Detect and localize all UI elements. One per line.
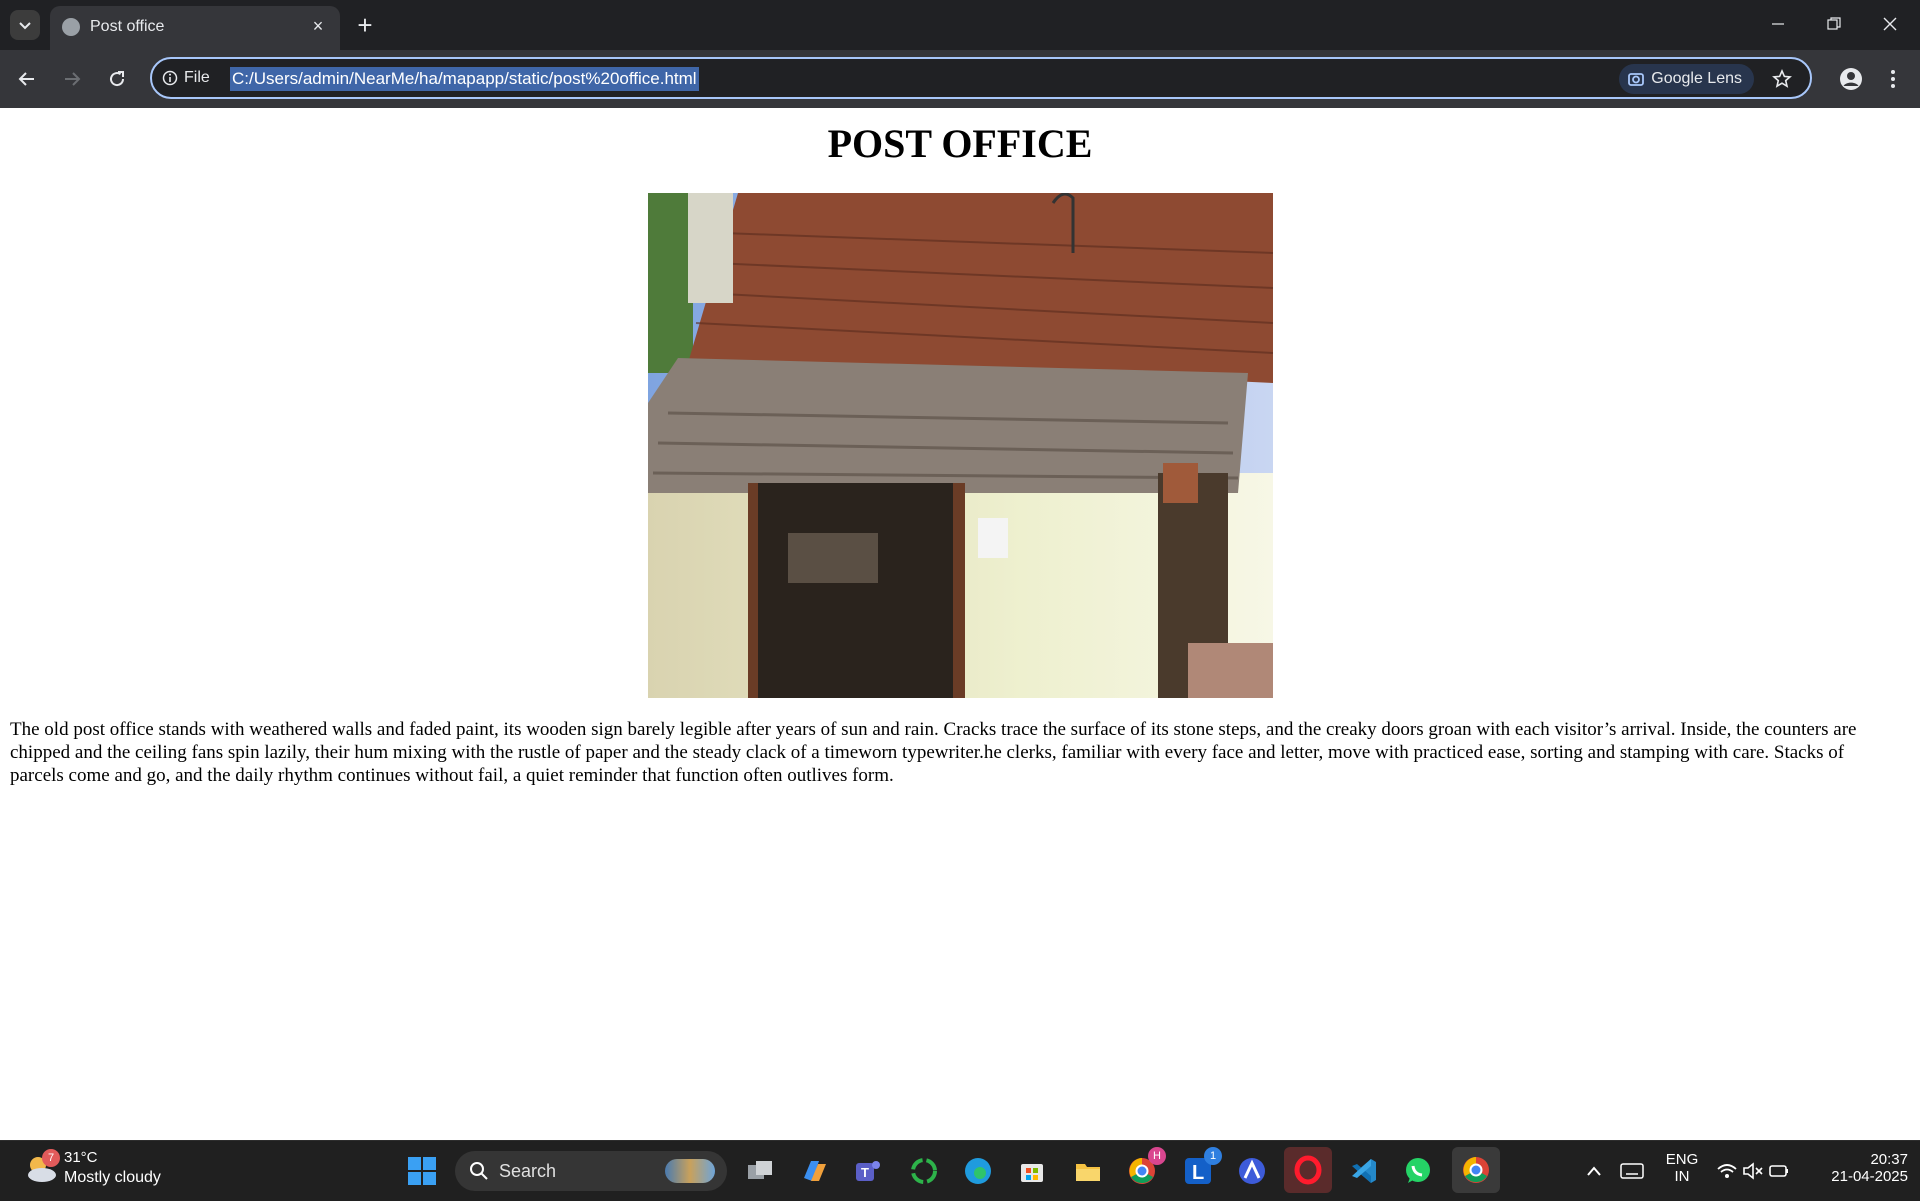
store-icon (1021, 1164, 1043, 1182)
search-label: Search (499, 1160, 557, 1181)
description-paragraph: The old post office stands with weathere… (10, 719, 1857, 786)
green-ring-icon (911, 1158, 937, 1184)
speaker-muted-icon (1743, 1162, 1763, 1180)
reload-button[interactable] (100, 62, 134, 96)
star-icon (1772, 69, 1792, 88)
opera-app[interactable] (1284, 1147, 1332, 1193)
clock[interactable]: 20:37 21-04-2025 (1808, 1151, 1908, 1185)
tab-strip: Post office × + (0, 0, 1920, 50)
forward-button[interactable] (55, 62, 89, 96)
show-hidden-icons-button[interactable] (1574, 1151, 1614, 1191)
browser-menu-button[interactable] (1876, 62, 1910, 96)
keyboard-button[interactable] (1612, 1151, 1652, 1191)
weather-description: Mostly cloudy (64, 1169, 161, 1186)
close-icon (1883, 17, 1897, 31)
google-lens-button[interactable]: Google Lens (1619, 64, 1754, 94)
url-text[interactable]: C:/Users/admin/NearMe/ha/mapapp/static/p… (230, 67, 699, 91)
whatsapp-app[interactable] (1398, 1151, 1438, 1191)
site-info-chip[interactable]: File (162, 67, 210, 89)
folder-icon (1076, 1164, 1100, 1181)
region-code: IN (1674, 1168, 1690, 1185)
whatsapp-icon (1406, 1158, 1430, 1183)
vscode-icon (1352, 1159, 1376, 1183)
microsoft-store-app[interactable] (1012, 1151, 1052, 1191)
teams-icon: T (856, 1161, 880, 1181)
post-office-photo (648, 193, 1273, 698)
chrome-profile-app[interactable]: H (1122, 1147, 1166, 1191)
copilot-app[interactable] (794, 1151, 834, 1191)
chrome-app-active[interactable] (1452, 1147, 1500, 1193)
task-view-icon (748, 1161, 772, 1179)
close-tab-icon[interactable]: × (306, 14, 330, 38)
cloudy-weather-icon: 7 (24, 1149, 60, 1183)
address-bar[interactable]: File C:/Users/admin/NearMe/ha/mapapp/sta… (150, 57, 1812, 99)
teams-app[interactable]: T (848, 1151, 888, 1191)
more-vertical-icon (1891, 70, 1895, 88)
notification-badge: 1 (1204, 1147, 1222, 1165)
chevron-down-icon (19, 22, 31, 30)
svg-text:T: T (861, 1165, 869, 1180)
profile-badge: H (1148, 1147, 1166, 1165)
edge-app[interactable] (958, 1151, 998, 1191)
lens-camera-icon (1628, 73, 1645, 86)
opera-icon (1294, 1155, 1322, 1185)
sync-app[interactable] (904, 1151, 944, 1191)
windows-logo-icon (408, 1157, 436, 1185)
arc-app[interactable] (1232, 1151, 1272, 1191)
task-view-button[interactable] (740, 1151, 780, 1191)
quick-settings-button[interactable] (1708, 1151, 1798, 1191)
profile-button[interactable] (1834, 62, 1868, 96)
tab-title: Post office (90, 18, 165, 35)
arc-icon (1239, 1158, 1265, 1184)
battery-icon (1769, 1165, 1788, 1177)
globe-icon (62, 18, 80, 36)
lens-label: Google Lens (1651, 70, 1742, 87)
minimize-icon (1772, 23, 1784, 25)
scheme-label: File (184, 69, 210, 86)
language-indicator[interactable]: ENG IN (1662, 1151, 1702, 1185)
page-content: POST OFFICE The old post office stands w… (0, 108, 1920, 1140)
vscode-app[interactable] (1344, 1151, 1384, 1191)
edge-icon (965, 1158, 991, 1184)
clock-time: 20:37 (1870, 1151, 1908, 1168)
language-code: ENG (1665, 1151, 1699, 1168)
wifi-icon (1717, 1164, 1737, 1178)
weather-alert-badge: 7 (42, 1149, 60, 1167)
svg-text:L: L (1192, 1162, 1204, 1184)
keyboard-icon (1620, 1163, 1644, 1179)
page-title: POST OFFICE (827, 121, 1093, 166)
chevron-up-icon (1587, 1166, 1601, 1176)
back-button[interactable] (10, 62, 44, 96)
l-app[interactable]: L1 (1178, 1147, 1222, 1191)
windows-taskbar: 7 31°C Mostly cloudy Search T H L1 ENG I… (0, 1140, 1920, 1201)
tab-search-button[interactable] (10, 10, 40, 40)
clock-date: 21-04-2025 (1831, 1168, 1908, 1185)
restore-button[interactable] (1806, 0, 1862, 48)
profile-icon (1840, 68, 1862, 90)
bookmark-star-button[interactable] (1768, 65, 1796, 93)
arrow-right-icon (65, 72, 81, 86)
tab-post-office[interactable]: Post office × (50, 6, 340, 50)
restore-icon (1827, 17, 1841, 30)
search-highlight-icon (665, 1159, 715, 1183)
file-explorer-app[interactable] (1068, 1151, 1108, 1191)
close-window-button[interactable] (1862, 0, 1918, 48)
chrome-icon (1463, 1157, 1489, 1183)
info-icon (162, 70, 178, 86)
copilot-icon (804, 1161, 826, 1181)
new-tab-button[interactable]: + (350, 10, 380, 40)
taskbar-search[interactable]: Search (455, 1151, 727, 1191)
reload-icon (110, 71, 125, 87)
browser-toolbar: File C:/Users/admin/NearMe/ha/mapapp/sta… (0, 50, 1920, 109)
start-button[interactable] (402, 1151, 442, 1191)
arrow-left-icon (18, 72, 34, 86)
minimize-button[interactable] (1750, 0, 1806, 48)
search-icon (470, 1162, 488, 1180)
weather-temperature: 31°C (64, 1149, 98, 1166)
